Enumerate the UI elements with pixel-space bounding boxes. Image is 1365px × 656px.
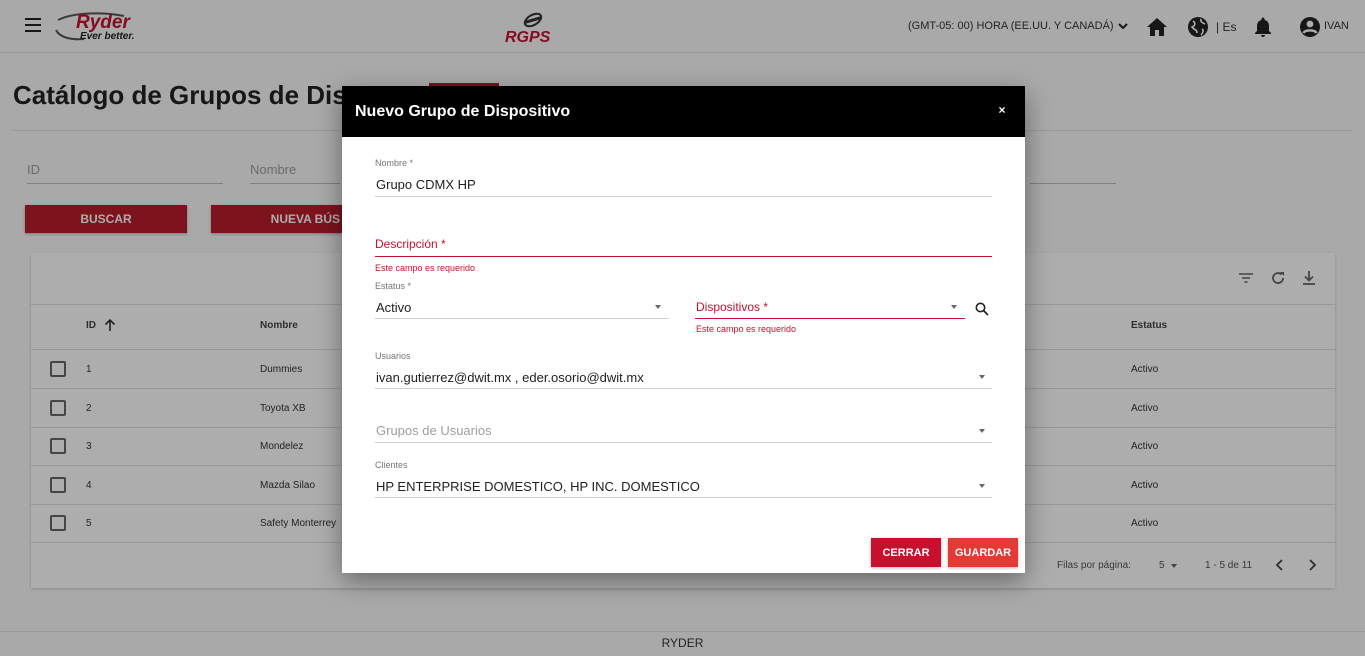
nombre-underline xyxy=(375,196,992,197)
estatus-underline xyxy=(375,318,669,319)
dispositivos-underline xyxy=(695,318,965,319)
dialog-header: Nuevo Grupo de Dispositivo × xyxy=(342,86,1025,137)
dispositivos-error: Este campo es requerido xyxy=(696,324,797,334)
clientes-select[interactable]: HP ENTERPRISE DOMESTICO, HP INC. DOMESTI… xyxy=(376,479,700,494)
caret-down-icon[interactable] xyxy=(979,429,985,433)
grupos-usuarios-underline xyxy=(375,442,992,443)
close-icon[interactable]: × xyxy=(996,103,1008,117)
caret-down-icon[interactable] xyxy=(951,305,957,309)
estatus-label: Estatus * xyxy=(375,281,412,291)
descripcion-underline xyxy=(375,256,992,257)
grupos-usuarios-select[interactable]: Grupos de Usuarios xyxy=(376,423,492,438)
dispositivos-select[interactable]: Dispositivos * xyxy=(696,300,768,314)
nombre-label: Nombre * xyxy=(375,158,414,168)
caret-down-icon[interactable] xyxy=(979,375,985,379)
new-device-group-dialog: Nuevo Grupo de Dispositivo × Nombre * Gr… xyxy=(342,86,1025,573)
guardar-button[interactable]: GUARDAR xyxy=(948,538,1018,567)
caret-down-icon[interactable] xyxy=(655,305,661,309)
descripcion-field[interactable]: Descripción * xyxy=(375,237,446,251)
dialog-title: Nuevo Grupo de Dispositivo xyxy=(355,103,571,120)
nombre-field[interactable]: Grupo CDMX HP xyxy=(376,177,476,192)
clientes-label: Clientes xyxy=(375,460,408,470)
estatus-select[interactable]: Activo xyxy=(376,300,411,315)
cerrar-button[interactable]: CERRAR xyxy=(871,538,941,567)
usuarios-select[interactable]: ivan.gutierrez@dwit.mx , eder.osorio@dwi… xyxy=(376,370,644,385)
search-icon[interactable] xyxy=(975,302,989,316)
usuarios-underline xyxy=(375,388,992,389)
clientes-underline xyxy=(375,497,992,498)
caret-down-icon[interactable] xyxy=(979,484,985,488)
descripcion-error: Este campo es requerido xyxy=(375,263,476,273)
usuarios-label: Usuarios xyxy=(375,351,411,361)
